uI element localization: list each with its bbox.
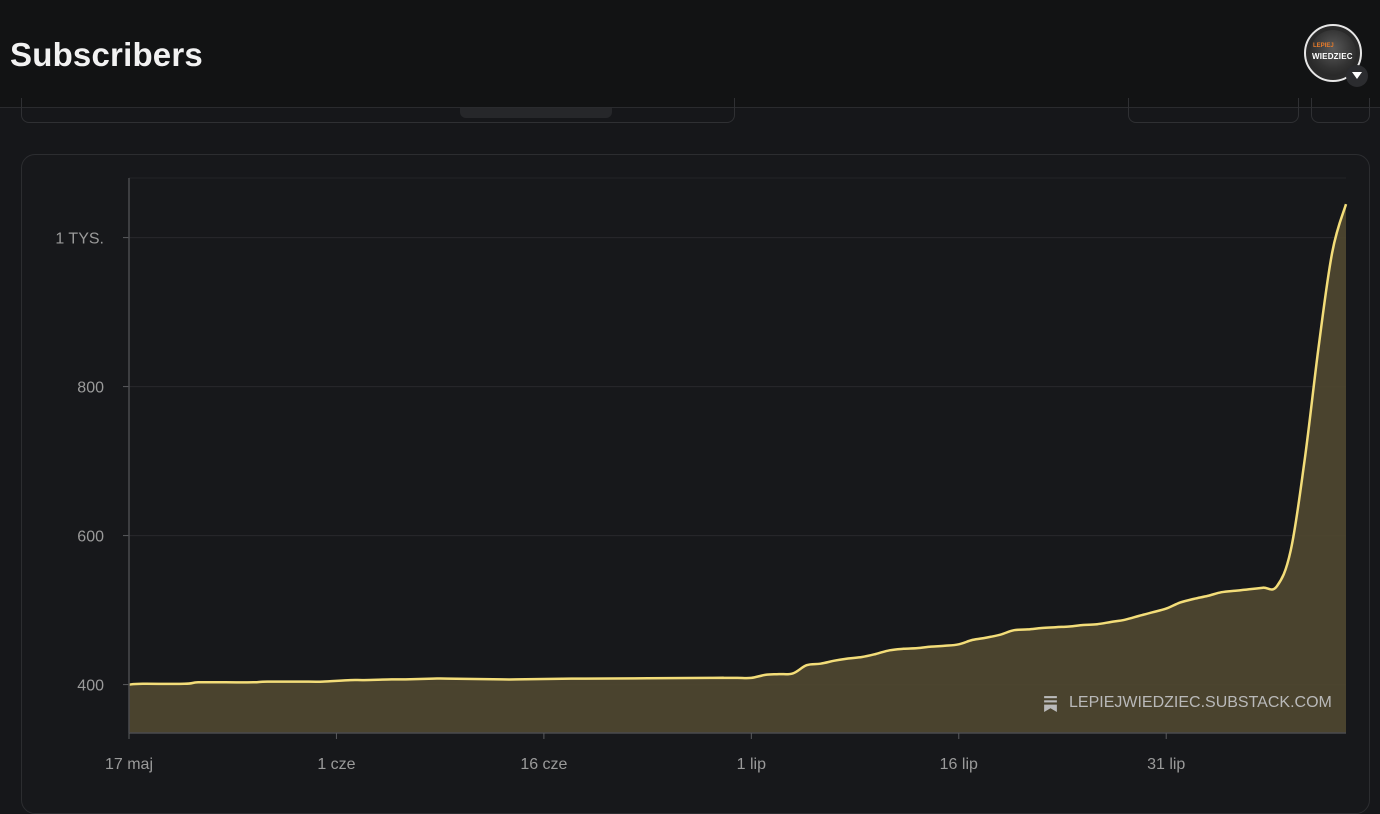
y-tick-label: 1 TYS.	[55, 231, 104, 248]
x-tick-label: 16 cze	[520, 756, 567, 773]
x-tick-label: 16 lip	[940, 756, 978, 773]
y-tick-label: 800	[77, 380, 104, 397]
watermark-text: LEPIEJWIEDZIEC.SUBSTACK.COM	[1069, 694, 1332, 711]
substack-icon	[1044, 695, 1057, 712]
x-tick-label: 17 maj	[105, 756, 153, 773]
substack-watermark: LEPIEJWIEDZIEC.SUBSTACK.COM	[1042, 693, 1332, 713]
y-tick-label: 400	[77, 678, 104, 695]
x-tick-label: 1 cze	[317, 756, 355, 773]
subscribers-chart: 400 600 800 1 TYS. 17 maj 1 cze 16 cze 1 lip 16…	[55, 177, 1348, 773]
x-tick-label: 31 lip	[1147, 756, 1185, 773]
y-tick-label: 600	[77, 529, 104, 546]
x-tick-label: 1 lip	[737, 756, 766, 773]
series-area	[129, 204, 1346, 734]
